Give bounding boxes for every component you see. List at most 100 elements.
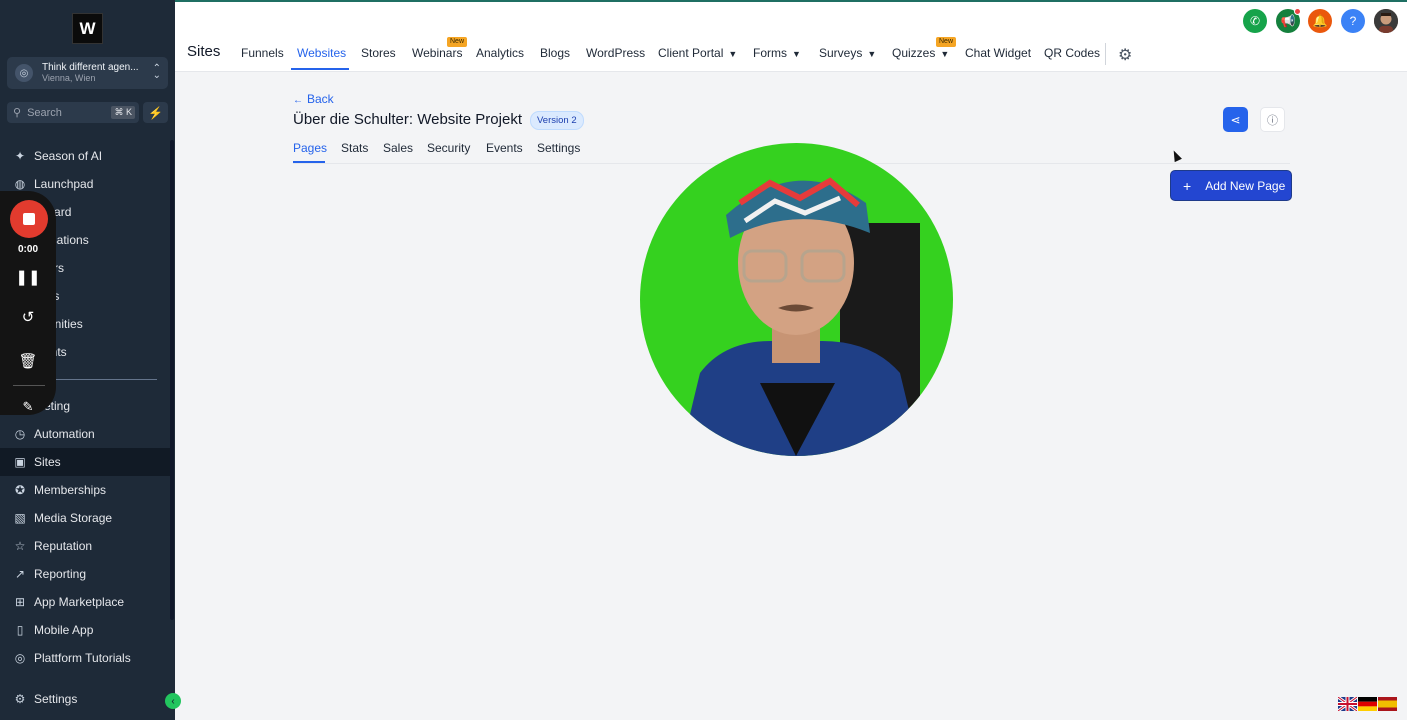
subtab-settings[interactable]: Settings bbox=[537, 141, 580, 155]
tab-label: Quizzes bbox=[892, 46, 936, 60]
sidebar-item-season-of-ai[interactable]: ✦ Season of AI bbox=[0, 142, 170, 170]
tab-forms[interactable]: Forms ▼ bbox=[753, 46, 801, 60]
subtab-pages[interactable]: Pages bbox=[293, 141, 327, 155]
sidebar-item-label: Launchpad bbox=[34, 177, 94, 191]
tab-surveys[interactable]: Surveys ▼ bbox=[819, 46, 876, 60]
flag-uk-icon[interactable] bbox=[1338, 697, 1357, 711]
collapse-sidebar-button[interactable]: ‹ bbox=[165, 693, 181, 709]
sidebar-item-label: Memberships bbox=[34, 483, 107, 497]
pause-recording-button[interactable]: ❚❚ bbox=[0, 268, 56, 286]
sidebar-item-settings[interactable]: ⚙ Settings bbox=[0, 685, 170, 713]
info-button[interactable]: ⓘ bbox=[1260, 107, 1285, 132]
chevron-down-icon: ▼ bbox=[728, 49, 738, 59]
tab-wordpress[interactable]: WordPress bbox=[586, 46, 645, 60]
subtab-sales[interactable]: Sales bbox=[383, 141, 413, 155]
stop-recording-button[interactable] bbox=[10, 200, 48, 238]
automation-icon: ◷ bbox=[14, 427, 26, 441]
sidebar-scrollbar[interactable] bbox=[170, 140, 174, 620]
sidebar-item-label: Reputation bbox=[34, 539, 93, 553]
sites-icon: ▣ bbox=[14, 455, 26, 469]
tab-analytics[interactable]: Analytics bbox=[476, 46, 524, 60]
restart-icon: ↺ bbox=[21, 309, 35, 326]
gear-icon: ⚙ bbox=[14, 692, 26, 706]
tab-label: Surveys bbox=[819, 46, 863, 60]
chevron-left-icon: ‹ bbox=[171, 695, 175, 707]
bell-icon: 🔔 bbox=[1312, 14, 1328, 28]
tab-blogs[interactable]: Blogs bbox=[540, 46, 570, 60]
app-logo[interactable]: W bbox=[72, 13, 103, 44]
section-title: Sites bbox=[187, 43, 221, 60]
search-input[interactable]: ⚲ Search ⌘ K bbox=[7, 102, 139, 123]
back-label: Back bbox=[307, 92, 334, 106]
sidebar-item-label: Sites bbox=[34, 455, 61, 469]
draw-button[interactable]: ✎ bbox=[0, 399, 56, 415]
sidebar-item-reporting[interactable]: ↗ Reporting bbox=[0, 560, 170, 588]
user-avatar[interactable] bbox=[1374, 9, 1398, 33]
delete-recording-button[interactable]: 🗑 bbox=[0, 352, 56, 370]
plus-icon: + bbox=[1183, 177, 1192, 194]
sidebar-item-label: Plattform Tutorials bbox=[34, 651, 131, 665]
chevron-down-icon: ▼ bbox=[940, 49, 950, 59]
sidebar-item-label: Media Storage bbox=[34, 511, 113, 525]
webcam-overlay bbox=[640, 143, 953, 456]
restart-recording-button[interactable]: ↺ bbox=[0, 308, 56, 326]
subtab-stats[interactable]: Stats bbox=[341, 141, 368, 155]
nav-settings-button[interactable]: ⚙ bbox=[1118, 45, 1132, 65]
tab-funnels[interactable]: Funnels bbox=[241, 46, 284, 60]
share-icon: ⋖ bbox=[1230, 112, 1241, 127]
membership-icon: ✪ bbox=[14, 483, 26, 497]
location-icon: ◎ bbox=[15, 64, 33, 82]
subtab-security[interactable]: Security bbox=[427, 141, 470, 155]
call-button[interactable]: ✆ bbox=[1243, 9, 1267, 33]
sidebar-item-automation[interactable]: ◷ Automation bbox=[0, 420, 170, 448]
sparkle-icon: ✦ bbox=[14, 149, 26, 163]
sidebar-item-app-marketplace[interactable]: ⊞ App Marketplace bbox=[0, 588, 170, 616]
sidebar-item-reputation[interactable]: ☆ Reputation bbox=[0, 532, 170, 560]
account-location: Vienna, Wien bbox=[42, 73, 96, 83]
search-icon: ⚲ bbox=[13, 107, 22, 119]
sidebar-item-label: Settings bbox=[34, 692, 78, 706]
share-button[interactable]: ⋖ bbox=[1223, 107, 1248, 132]
sidebar-item-sites[interactable]: ▣ Sites bbox=[0, 448, 170, 476]
flag-es-icon[interactable] bbox=[1378, 697, 1397, 711]
tab-webinars[interactable]: Webinars bbox=[412, 46, 462, 60]
phone-icon: ▯ bbox=[16, 623, 24, 637]
version-badge: Version 2 bbox=[530, 111, 584, 130]
tab-label: Forms bbox=[753, 46, 787, 60]
notifications-button[interactable]: 🔔 bbox=[1308, 9, 1332, 33]
add-new-page-button[interactable]: + Add New Page bbox=[1170, 170, 1292, 201]
tab-qr-codes[interactable]: QR Codes bbox=[1044, 46, 1100, 60]
sidebar-item-media-storage[interactable]: ▧ Media Storage bbox=[0, 504, 170, 532]
help-button[interactable]: ? bbox=[1341, 9, 1365, 33]
tab-client-portal[interactable]: Client Portal ▼ bbox=[658, 46, 737, 60]
page-title: Über die Schulter: Website Projekt bbox=[293, 111, 522, 128]
sidebar-item-mobile-app[interactable]: ▯ Mobile App bbox=[0, 616, 170, 644]
sidebar-item-label: Season of AI bbox=[34, 149, 103, 163]
tab-websites[interactable]: Websites bbox=[297, 46, 346, 60]
tab-quizzes[interactable]: Quizzes ▼ bbox=[892, 46, 949, 60]
sidebar-item-memberships[interactable]: ✪ Memberships bbox=[0, 476, 170, 504]
quick-action-button[interactable]: ⚡ bbox=[143, 102, 168, 123]
language-switcher bbox=[1338, 697, 1397, 711]
sidebar-divider bbox=[40, 379, 157, 380]
sidebar-item-label: Automation bbox=[34, 427, 95, 441]
tab-stores[interactable]: Stores bbox=[361, 46, 396, 60]
star-icon: ☆ bbox=[14, 539, 26, 553]
webcam-person-image bbox=[640, 143, 953, 456]
add-new-page-label: Add New Page bbox=[1205, 178, 1286, 193]
account-switcher[interactable]: ◎ Think different agen... Vienna, Wien ⌃… bbox=[7, 57, 168, 89]
back-link[interactable]: ← Back bbox=[293, 92, 334, 106]
tutorial-icon: ◎ bbox=[14, 651, 26, 665]
notification-dot bbox=[1294, 8, 1301, 15]
flag-de-icon[interactable] bbox=[1358, 697, 1377, 711]
phone-icon: ✆ bbox=[1249, 14, 1261, 28]
subtab-events[interactable]: Events bbox=[486, 141, 523, 155]
tab-chat-widget[interactable]: Chat Widget bbox=[965, 46, 1031, 60]
grid-icon: ⊞ bbox=[14, 595, 26, 609]
active-subtab-indicator bbox=[293, 161, 325, 163]
lightning-icon: ⚡ bbox=[148, 105, 163, 120]
trash-icon: 🗑 bbox=[18, 353, 38, 370]
announcements-button[interactable]: 📢 bbox=[1276, 8, 1301, 33]
sidebar-item-plattform-tutorials[interactable]: ◎ Plattform Tutorials bbox=[0, 644, 170, 672]
stop-icon bbox=[23, 213, 35, 225]
